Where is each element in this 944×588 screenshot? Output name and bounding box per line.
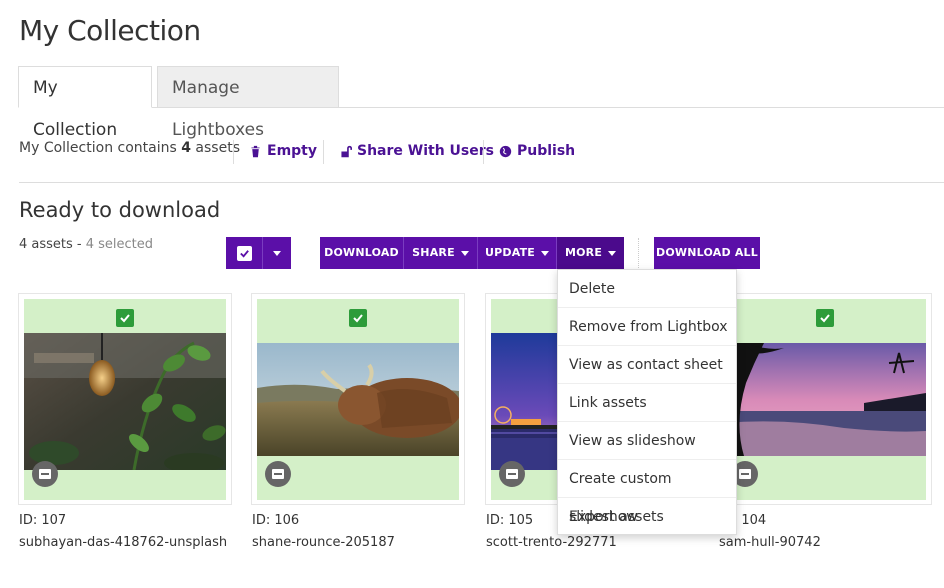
asset-name[interactable]: shane-rounce-205187	[252, 535, 395, 550]
asset-name[interactable]: scott-trento-292771	[486, 535, 617, 550]
select-options-dropdown[interactable]	[262, 237, 291, 269]
share-label: SHARE	[412, 246, 455, 259]
asset-id: ID: 105	[486, 513, 534, 528]
asset-thumbnail[interactable]	[24, 333, 226, 470]
checkbox-icon	[236, 245, 252, 261]
section-title: Ready to download	[19, 198, 221, 222]
preview-toggle-icon[interactable]	[499, 461, 525, 487]
menu-item-view-contact-sheet[interactable]: View as contact sheet	[558, 346, 736, 384]
checked-checkbox-icon[interactable]	[116, 309, 134, 327]
empty-link[interactable]: Empty	[249, 143, 317, 159]
checked-checkbox-icon[interactable]	[349, 309, 367, 327]
menu-item-create-custom-slideshow[interactable]: Create custom slideshow	[558, 460, 736, 525]
selected-highlight	[257, 299, 459, 500]
toolbar-divider	[638, 238, 639, 268]
asset-card[interactable]	[718, 293, 932, 505]
summary-prefix: My Collection contains	[19, 140, 182, 156]
tab-my-collection[interactable]: My Collection	[18, 66, 152, 140]
share-with-users-label: Share With Users	[357, 143, 494, 159]
globe-icon	[499, 145, 512, 157]
preview-toggle-icon[interactable]	[265, 461, 291, 487]
page-title: My Collection	[19, 14, 201, 47]
selected-highlight	[724, 299, 926, 500]
chevron-down-icon	[460, 250, 469, 256]
chevron-down-icon	[273, 250, 281, 256]
asset-card[interactable]	[251, 293, 465, 505]
divider	[483, 140, 484, 164]
share-button[interactable]: SHARE	[403, 237, 477, 269]
checked-checkbox-icon[interactable]	[816, 309, 834, 327]
divider	[233, 140, 234, 164]
download-all-button[interactable]: DOWNLOAD ALL	[654, 237, 760, 269]
selected-count: 4 selected	[85, 237, 154, 252]
asset-id: ID: 107	[19, 513, 67, 528]
unlock-icon	[341, 145, 352, 157]
section-divider	[19, 182, 944, 183]
selection-summary: 4 assets - 4 selected	[19, 237, 153, 252]
publish-link[interactable]: Publish	[499, 143, 575, 159]
preview-toggle-icon[interactable]	[32, 461, 58, 487]
selected-highlight	[24, 299, 226, 500]
publish-label: Publish	[517, 143, 576, 159]
more-button[interactable]: MORE	[556, 237, 624, 269]
download-button[interactable]: DOWNLOAD	[320, 237, 403, 269]
menu-item-view-slideshow[interactable]: View as slideshow	[558, 422, 736, 460]
asset-id: ID: 106	[252, 513, 300, 528]
chevron-down-icon	[541, 250, 549, 256]
menu-item-remove-from-lightbox[interactable]: Remove from Lightbox	[558, 308, 736, 346]
download-all-label: DOWNLOAD ALL	[656, 246, 758, 259]
tab-bar: My Collection Manage Lightboxes	[18, 66, 944, 140]
empty-label: Empty	[267, 143, 317, 159]
asset-card[interactable]	[18, 293, 232, 505]
update-label: UPDATE	[484, 246, 535, 259]
select-all-button[interactable]	[226, 237, 262, 269]
update-button[interactable]: UPDATE	[477, 237, 556, 269]
asset-count: 4	[181, 140, 191, 156]
asset-thumbnail[interactable]	[257, 343, 459, 456]
download-label: DOWNLOAD	[324, 246, 399, 259]
asset-name[interactable]: subhayan-das-418762-unsplash	[19, 535, 227, 550]
asset-name[interactable]: sam-hull-90742	[719, 535, 821, 550]
menu-item-export-assets[interactable]: Export assets	[558, 498, 736, 536]
more-dropdown-menu: Delete Remove from Lightbox View as cont…	[557, 269, 737, 535]
trash-icon	[251, 145, 260, 157]
chevron-down-icon	[608, 250, 617, 256]
tab-manage-lightboxes[interactable]: Manage Lightboxes	[157, 66, 339, 140]
menu-item-delete[interactable]: Delete	[558, 270, 736, 308]
asset-thumbnail[interactable]	[724, 343, 926, 456]
divider	[323, 140, 324, 164]
assets-total: 4 assets -	[19, 237, 86, 252]
collection-summary: My Collection contains 4 assets	[19, 140, 240, 166]
more-label: MORE	[564, 246, 603, 259]
menu-item-link-assets[interactable]: Link assets	[558, 384, 736, 422]
share-with-users-link[interactable]: Share With Users	[339, 143, 494, 159]
